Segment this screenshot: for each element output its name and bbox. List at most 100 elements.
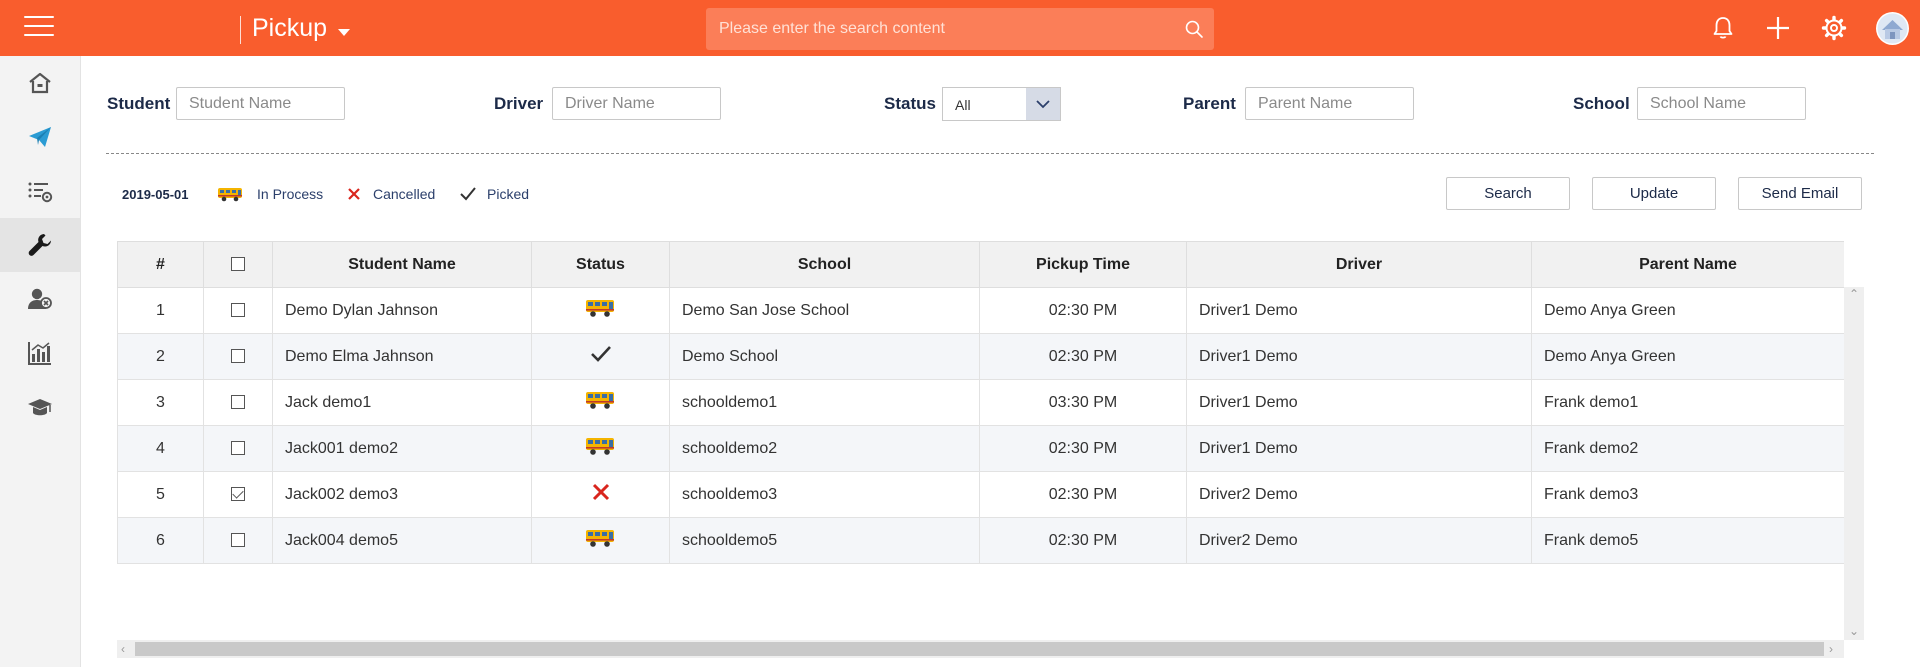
row-checkbox[interactable]	[231, 395, 245, 410]
student-name-cell: Jack004 demo5	[272, 517, 532, 564]
school-cell: schooldemo1	[669, 379, 980, 426]
driver-label: Driver	[494, 94, 544, 113]
row-number: 1	[117, 287, 204, 334]
column-header-student-name[interactable]: Student Name	[272, 241, 532, 288]
global-search-input[interactable]	[706, 8, 1166, 50]
scroll-down-icon[interactable]: ⌄	[1849, 625, 1859, 637]
student-name-cell: Demo Dylan Jahnson	[272, 287, 532, 334]
row-checkbox[interactable]	[231, 441, 245, 456]
column-header-number[interactable]: #	[117, 241, 204, 288]
row-select[interactable]	[203, 471, 273, 518]
row-select[interactable]	[203, 425, 273, 472]
student-name-input[interactable]	[176, 87, 345, 120]
horizontal-scrollbar[interactable]: ‹ ›	[117, 640, 1844, 658]
row-checkbox[interactable]	[231, 303, 245, 318]
school-bus-icon	[218, 188, 242, 202]
cancel-x-icon	[348, 188, 360, 200]
column-header-status[interactable]: Status	[531, 241, 670, 288]
pickup-time-cell: 02:30 PM	[979, 425, 1187, 472]
table-row[interactable]: 3 Jack demo1 schooldemo1 03:30 PM Driver1 De…	[117, 379, 1844, 426]
parent-name-cell: Frank demo1	[1531, 379, 1844, 426]
app-title[interactable]: Pickup	[252, 13, 327, 43]
school-cell: Demo School	[669, 333, 980, 380]
parent-name-cell: Demo Anya Green	[1531, 333, 1844, 380]
list-settings-icon	[28, 182, 53, 203]
row-select[interactable]	[203, 333, 273, 380]
student-name-cell: Demo Elma Jahnson	[272, 333, 532, 380]
scroll-left-icon[interactable]: ‹	[121, 643, 125, 655]
parent-name-input[interactable]	[1245, 87, 1414, 120]
vertical-scrollbar[interactable]: ⌃ ⌄	[1844, 287, 1864, 640]
sidebar-item-send[interactable]	[0, 110, 80, 164]
table-row[interactable]: 2 Demo Elma Jahnson Demo School 02:30 PM Dri…	[117, 333, 1844, 380]
sidebar-item-home[interactable]	[0, 56, 80, 110]
sidebar-item-tools[interactable]	[0, 218, 80, 272]
send-email-button[interactable]: Send Email	[1738, 177, 1862, 210]
scroll-up-icon[interactable]: ⌃	[1849, 288, 1859, 300]
checkmark-icon	[460, 187, 476, 201]
school-name-input[interactable]	[1637, 87, 1806, 120]
table-row[interactable]: 4 Jack001 demo2 schooldemo2 02:30 PM Driver1…	[117, 425, 1844, 472]
student-name-cell: Jack001 demo2	[272, 425, 532, 472]
table-header-row: # Student Name Status School Pickup Time…	[117, 241, 1844, 288]
pickup-time-cell: 03:30 PM	[979, 379, 1187, 426]
horizontal-scroll-thumb[interactable]	[135, 642, 1824, 656]
status-select-value: All	[955, 97, 971, 113]
status-cell	[531, 333, 670, 380]
table-row[interactable]: 1 Demo Dylan Jahnson Demo San Jose School 0…	[117, 287, 1844, 334]
wrench-icon	[28, 234, 52, 256]
search-button[interactable]: Search	[1446, 177, 1570, 210]
plus-icon[interactable]	[1765, 15, 1791, 41]
gear-icon[interactable]	[1821, 15, 1847, 41]
school-bus-icon	[585, 436, 617, 461]
status-select[interactable]: All	[942, 87, 1061, 121]
row-number: 4	[117, 425, 204, 472]
filter-divider	[106, 153, 1874, 154]
school-bus-icon	[585, 298, 617, 323]
table-row[interactable]: 6 Jack004 demo5 schooldemo5 02:30 PM Driver2…	[117, 517, 1844, 564]
bell-icon[interactable]	[1710, 15, 1736, 41]
student-name-cell: Jack002 demo3	[272, 471, 532, 518]
scroll-right-icon[interactable]: ›	[1829, 643, 1833, 655]
driver-cell: Driver1 Demo	[1186, 287, 1532, 334]
sidebar-item-education[interactable]	[0, 380, 80, 434]
legend-picked: Picked	[487, 186, 530, 202]
avatar[interactable]	[1876, 12, 1909, 45]
column-header-school[interactable]: School	[669, 241, 980, 288]
row-select[interactable]	[203, 379, 273, 426]
hamburger-icon[interactable]	[24, 16, 54, 40]
pickup-time-cell: 02:30 PM	[979, 287, 1187, 334]
row-number: 6	[117, 517, 204, 564]
pickup-table: # Student Name Status School Pickup Time…	[117, 241, 1844, 657]
pickup-date: 2019-05-01	[122, 187, 189, 202]
select-all-checkbox[interactable]	[231, 257, 245, 272]
sidebar-item-reports[interactable]	[0, 326, 80, 380]
status-cell	[531, 425, 670, 472]
driver-name-input[interactable]	[552, 87, 721, 120]
row-select[interactable]	[203, 287, 273, 334]
global-search	[706, 8, 1214, 50]
search-icon[interactable]	[1184, 19, 1204, 39]
driver-cell: Driver1 Demo	[1186, 379, 1532, 426]
school-cell: schooldemo5	[669, 517, 980, 564]
parent-label: Parent	[1183, 94, 1236, 113]
sidebar-item-list-settings[interactable]	[0, 164, 80, 218]
row-select[interactable]	[203, 517, 273, 564]
sidebar	[0, 56, 81, 667]
column-header-driver[interactable]: Driver	[1186, 241, 1532, 288]
column-header-select[interactable]	[203, 241, 273, 288]
table-row[interactable]: 5 Jack002 demo3 schooldemo3 02:30 PM Driver2…	[117, 471, 1844, 518]
row-checkbox[interactable]	[231, 533, 245, 548]
update-button[interactable]: Update	[1592, 177, 1716, 210]
column-header-parent-name[interactable]: Parent Name	[1531, 241, 1844, 288]
sidebar-item-users[interactable]	[0, 272, 80, 326]
status-label: Status	[884, 94, 936, 113]
chevron-down-icon[interactable]	[1026, 88, 1060, 120]
column-header-pickup-time[interactable]: Pickup Time	[979, 241, 1187, 288]
parent-name-cell: Frank demo3	[1531, 471, 1844, 518]
status-cell	[531, 471, 670, 518]
row-checkbox[interactable]	[231, 349, 245, 364]
status-cell	[531, 287, 670, 334]
row-checkbox[interactable]	[231, 487, 245, 502]
chevron-down-icon[interactable]	[338, 29, 350, 36]
